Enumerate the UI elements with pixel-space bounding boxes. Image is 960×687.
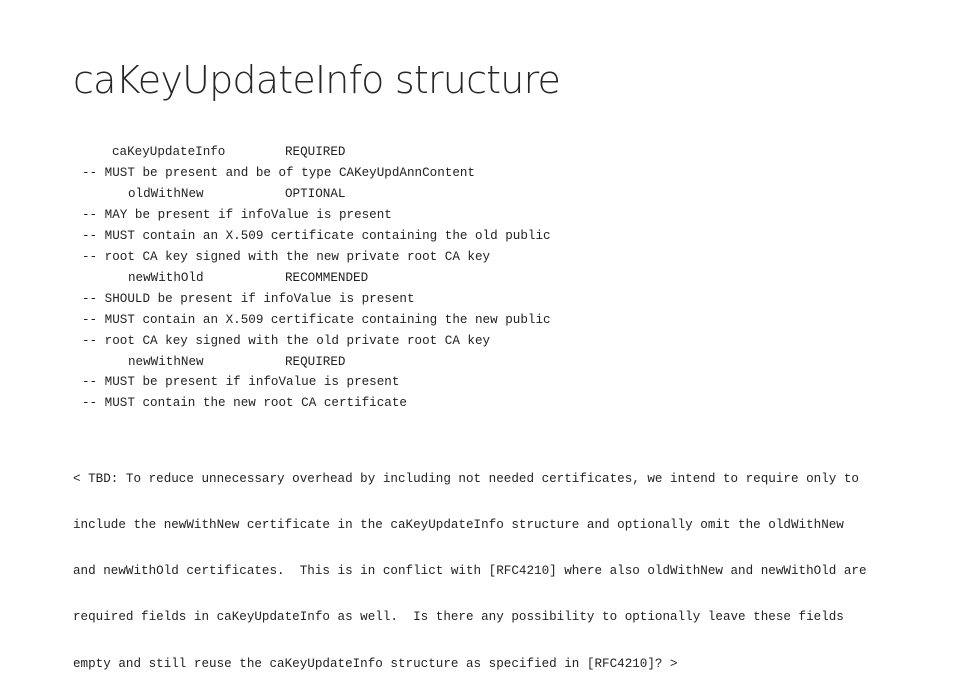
field-name: oldWithNew: [128, 187, 204, 201]
slide-title: caKeyUpdateInfo structure: [73, 58, 561, 102]
field-requirement: RECOMMENDED: [285, 271, 369, 285]
field-comment: -- MUST be present and be of type CAKeyU…: [82, 166, 475, 180]
field-requirement: REQUIRED: [285, 355, 346, 369]
field-comment: -- MAY be present if infoValue is presen…: [82, 208, 392, 222]
note-line: required fields in caKeyUpdateInfo as we…: [73, 610, 844, 625]
field-comment: -- MUST contain the new root CA certific…: [82, 396, 407, 410]
field-comment: -- root CA key signed with the old priva…: [82, 334, 491, 348]
asn1-field-listing: caKeyUpdateInfo REQUIRED -- MUST be pres…: [0, 0, 551, 410]
note-line: empty and still reuse the caKeyUpdateInf…: [73, 656, 678, 671]
note-line: include the newWithNew certificate in th…: [73, 518, 844, 533]
field-name: caKeyUpdateInfo: [112, 145, 226, 159]
field-requirement: OPTIONAL: [285, 187, 346, 201]
field-requirement: REQUIRED: [285, 145, 346, 159]
field-comment: -- root CA key signed with the new priva…: [82, 250, 491, 264]
field-comment: -- MUST contain an X.509 certificate con…: [82, 229, 551, 243]
field-comment: -- MUST contain an X.509 certificate con…: [82, 313, 551, 327]
note-line: < TBD: To reduce unnecessary overhead by…: [73, 471, 859, 486]
field-comment: -- MUST be present if infoValue is prese…: [82, 375, 400, 389]
note-line: and newWithOld certificates. This is in …: [73, 564, 867, 579]
field-name: newWithNew: [128, 355, 204, 369]
field-comment: -- SHOULD be present if infoValue is pre…: [82, 292, 415, 306]
tbd-note: < TBD: To reduce unnecessary overhead by…: [73, 441, 867, 687]
field-name: newWithOld: [128, 271, 204, 285]
